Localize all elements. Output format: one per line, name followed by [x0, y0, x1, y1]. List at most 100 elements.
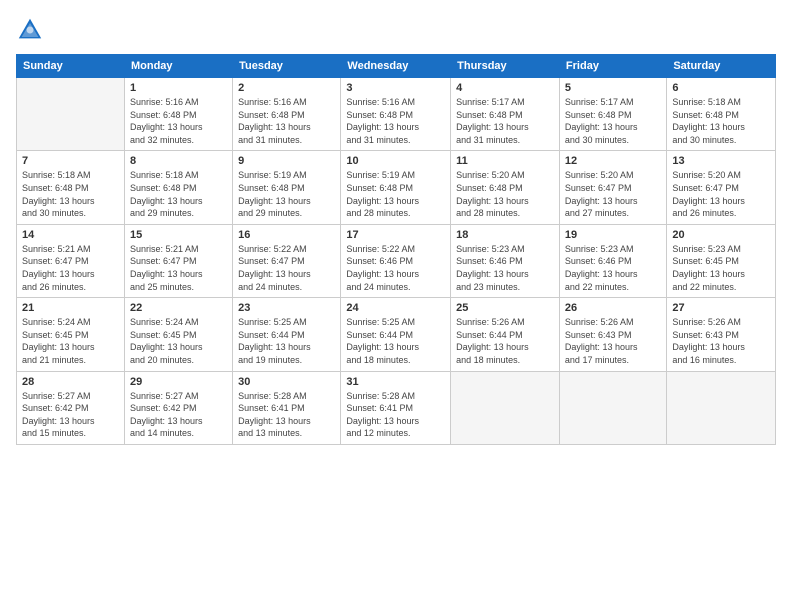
day-info: Sunrise: 5:26 AMSunset: 6:43 PMDaylight:…: [672, 316, 770, 366]
calendar-cell: 25 Sunrise: 5:26 AMSunset: 6:44 PMDayligh…: [451, 298, 560, 371]
day-number: 25: [456, 302, 554, 314]
day-info: Sunrise: 5:18 AMSunset: 6:48 PMDaylight:…: [672, 96, 770, 146]
day-number: 17: [346, 229, 445, 241]
calendar-cell: 9 Sunrise: 5:19 AMSunset: 6:48 PMDaylight…: [233, 151, 341, 224]
calendar-week-row: 28 Sunrise: 5:27 AMSunset: 6:42 PMDayligh…: [17, 371, 776, 444]
page-header: [16, 16, 776, 44]
day-number: 20: [672, 229, 770, 241]
day-info: Sunrise: 5:24 AMSunset: 6:45 PMDaylight:…: [130, 316, 227, 366]
day-number: 19: [565, 229, 661, 241]
day-info: Sunrise: 5:23 AMSunset: 6:46 PMDaylight:…: [565, 243, 661, 293]
day-info: Sunrise: 5:26 AMSunset: 6:43 PMDaylight:…: [565, 316, 661, 366]
logo: [16, 16, 48, 44]
calendar-cell: 16 Sunrise: 5:22 AMSunset: 6:47 PMDayligh…: [233, 224, 341, 297]
calendar-cell: 22 Sunrise: 5:24 AMSunset: 6:45 PMDayligh…: [124, 298, 232, 371]
day-info: Sunrise: 5:24 AMSunset: 6:45 PMDaylight:…: [22, 316, 119, 366]
day-number: 16: [238, 229, 335, 241]
calendar-cell: 8 Sunrise: 5:18 AMSunset: 6:48 PMDaylight…: [124, 151, 232, 224]
calendar-week-row: 1 Sunrise: 5:16 AMSunset: 6:48 PMDaylight…: [17, 78, 776, 151]
day-info: Sunrise: 5:16 AMSunset: 6:48 PMDaylight:…: [130, 96, 227, 146]
day-number: 11: [456, 155, 554, 167]
calendar-cell: 20 Sunrise: 5:23 AMSunset: 6:45 PMDayligh…: [667, 224, 776, 297]
day-number: 3: [346, 82, 445, 94]
calendar-cell: 30 Sunrise: 5:28 AMSunset: 6:41 PMDayligh…: [233, 371, 341, 444]
calendar-cell: 18 Sunrise: 5:23 AMSunset: 6:46 PMDayligh…: [451, 224, 560, 297]
calendar-week-row: 7 Sunrise: 5:18 AMSunset: 6:48 PMDaylight…: [17, 151, 776, 224]
day-number: 12: [565, 155, 661, 167]
day-number: 15: [130, 229, 227, 241]
calendar-cell: 10Sunrise: 5:19 AMSunset: 6:48 PMDayligh…: [341, 151, 451, 224]
day-number: 26: [565, 302, 661, 314]
day-info: Sunrise: 5:20 AMSunset: 6:47 PMDaylight:…: [672, 169, 770, 219]
calendar-table: SundayMondayTuesdayWednesdayThursdayFrid…: [16, 54, 776, 445]
day-number: 1: [130, 82, 227, 94]
calendar-cell: [559, 371, 666, 444]
day-number: 9: [238, 155, 335, 167]
day-info: Sunrise: 5:28 AMSunset: 6:41 PMDaylight:…: [238, 390, 335, 440]
calendar-week-row: 14Sunrise: 5:21 AMSunset: 6:47 PMDayligh…: [17, 224, 776, 297]
calendar-week-row: 21 Sunrise: 5:24 AMSunset: 6:45 PMDayligh…: [17, 298, 776, 371]
day-number: 22: [130, 302, 227, 314]
day-number: 18: [456, 229, 554, 241]
day-info: Sunrise: 5:23 AMSunset: 6:46 PMDaylight:…: [456, 243, 554, 293]
day-info: Sunrise: 5:22 AMSunset: 6:46 PMDaylight:…: [346, 243, 445, 293]
day-number: 5: [565, 82, 661, 94]
calendar-cell: 31 Sunrise: 5:28 AMSunset: 6:41 PMDayligh…: [341, 371, 451, 444]
day-number: 30: [238, 376, 335, 388]
calendar-cell: 3 Sunrise: 5:16 AMSunset: 6:48 PMDaylight…: [341, 78, 451, 151]
day-info: Sunrise: 5:22 AMSunset: 6:47 PMDaylight:…: [238, 243, 335, 293]
weekday-header-cell: Thursday: [451, 55, 560, 78]
day-info: Sunrise: 5:16 AMSunset: 6:48 PMDaylight:…: [346, 96, 445, 146]
day-number: 31: [346, 376, 445, 388]
calendar-cell: 6Sunrise: 5:18 AMSunset: 6:48 PMDaylight…: [667, 78, 776, 151]
calendar-cell: 26 Sunrise: 5:26 AMSunset: 6:43 PMDayligh…: [559, 298, 666, 371]
calendar-cell: [451, 371, 560, 444]
calendar-cell: 2Sunrise: 5:16 AMSunset: 6:48 PMDaylight…: [233, 78, 341, 151]
day-number: 28: [22, 376, 119, 388]
day-number: 7: [22, 155, 119, 167]
day-info: Sunrise: 5:20 AMSunset: 6:47 PMDaylight:…: [565, 169, 661, 219]
calendar-cell: 1 Sunrise: 5:16 AMSunset: 6:48 PMDaylight…: [124, 78, 232, 151]
day-info: Sunrise: 5:23 AMSunset: 6:45 PMDaylight:…: [672, 243, 770, 293]
day-info: Sunrise: 5:27 AMSunset: 6:42 PMDaylight:…: [22, 390, 119, 440]
day-number: 21: [22, 302, 119, 314]
day-number: 24: [346, 302, 445, 314]
day-number: 14: [22, 229, 119, 241]
day-info: Sunrise: 5:19 AMSunset: 6:48 PMDaylight:…: [238, 169, 335, 219]
day-number: 8: [130, 155, 227, 167]
calendar-cell: 28 Sunrise: 5:27 AMSunset: 6:42 PMDayligh…: [17, 371, 125, 444]
weekday-header-cell: Monday: [124, 55, 232, 78]
day-info: Sunrise: 5:18 AMSunset: 6:48 PMDaylight:…: [22, 169, 119, 219]
day-number: 29: [130, 376, 227, 388]
weekday-header-cell: Sunday: [17, 55, 125, 78]
calendar-cell: 5 Sunrise: 5:17 AMSunset: 6:48 PMDaylight…: [559, 78, 666, 151]
calendar-cell: 4Sunrise: 5:17 AMSunset: 6:48 PMDaylight…: [451, 78, 560, 151]
weekday-header-cell: Tuesday: [233, 55, 341, 78]
calendar-cell: 11 Sunrise: 5:20 AMSunset: 6:48 PMDayligh…: [451, 151, 560, 224]
calendar-cell: 21 Sunrise: 5:24 AMSunset: 6:45 PMDayligh…: [17, 298, 125, 371]
day-info: Sunrise: 5:17 AMSunset: 6:48 PMDaylight:…: [565, 96, 661, 146]
calendar-body: 1 Sunrise: 5:16 AMSunset: 6:48 PMDaylight…: [17, 78, 776, 445]
day-info: Sunrise: 5:26 AMSunset: 6:44 PMDaylight:…: [456, 316, 554, 366]
calendar-cell: 29 Sunrise: 5:27 AMSunset: 6:42 PMDayligh…: [124, 371, 232, 444]
calendar-cell: 14Sunrise: 5:21 AMSunset: 6:47 PMDayligh…: [17, 224, 125, 297]
day-number: 27: [672, 302, 770, 314]
day-info: Sunrise: 5:27 AMSunset: 6:42 PMDaylight:…: [130, 390, 227, 440]
day-info: Sunrise: 5:18 AMSunset: 6:48 PMDaylight:…: [130, 169, 227, 219]
calendar-cell: 13 Sunrise: 5:20 AMSunset: 6:47 PMDayligh…: [667, 151, 776, 224]
day-number: 13: [672, 155, 770, 167]
day-info: Sunrise: 5:28 AMSunset: 6:41 PMDaylight:…: [346, 390, 445, 440]
weekday-header-cell: Friday: [559, 55, 666, 78]
logo-icon: [16, 16, 44, 44]
calendar-cell: [667, 371, 776, 444]
day-number: 2: [238, 82, 335, 94]
weekday-header-cell: Wednesday: [341, 55, 451, 78]
calendar-cell: [17, 78, 125, 151]
day-info: Sunrise: 5:20 AMSunset: 6:48 PMDaylight:…: [456, 169, 554, 219]
day-number: 4: [456, 82, 554, 94]
day-number: 23: [238, 302, 335, 314]
calendar-cell: 19 Sunrise: 5:23 AMSunset: 6:46 PMDayligh…: [559, 224, 666, 297]
day-info: Sunrise: 5:19 AMSunset: 6:48 PMDaylight:…: [346, 169, 445, 219]
day-info: Sunrise: 5:25 AMSunset: 6:44 PMDaylight:…: [238, 316, 335, 366]
calendar-cell: 27 Sunrise: 5:26 AMSunset: 6:43 PMDayligh…: [667, 298, 776, 371]
